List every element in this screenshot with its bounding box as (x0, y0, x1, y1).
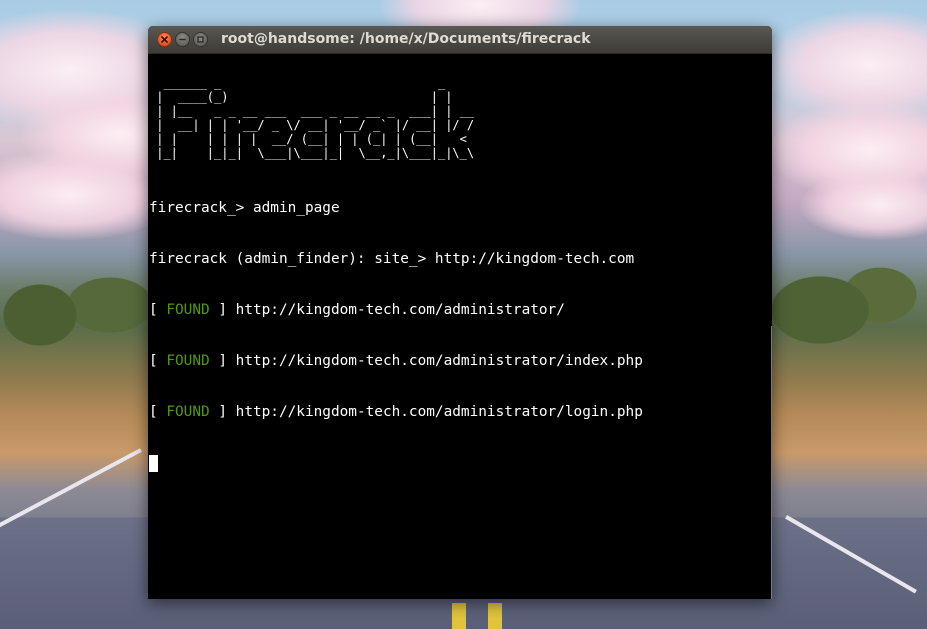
banner-line: | ____(_) | | (149, 90, 453, 104)
found-status: FOUND (166, 302, 210, 318)
road-center-dash (452, 603, 466, 629)
bracket-close: ] (209, 302, 236, 318)
road-center-dash (488, 603, 502, 629)
close-button[interactable] (157, 32, 172, 47)
window-title: root@handsome: /home/x/Documents/firecra… (221, 31, 591, 47)
close-icon (161, 36, 168, 43)
window-titlebar[interactable]: root@handsome: /home/x/Documents/firecra… (148, 26, 772, 54)
found-status: FOUND (166, 404, 210, 420)
minimize-icon (179, 38, 186, 41)
banner-line: | | | | | | __/ (__| | | (_| | (__| < (149, 132, 467, 146)
text-cursor (149, 455, 158, 472)
result-line: [ FOUND ] http://kingdom-tech.com/admini… (149, 404, 772, 421)
bracket-close: ] (209, 353, 236, 369)
window-resize-edge[interactable] (771, 326, 772, 599)
minimize-button[interactable] (175, 32, 190, 47)
found-url: http://kingdom-tech.com/administrator/lo… (235, 404, 643, 420)
banner-line: ______ _ _ (149, 76, 446, 90)
prompt-line[interactable] (149, 455, 772, 472)
banner-line: | |__ _ _ __ ___ ___ _ __ __ _ ___| | __ (149, 104, 475, 118)
ascii-banner: ______ _ _ | ____(_) | | | |__ _ _ __ __… (149, 54, 772, 160)
result-line: [ FOUND ] http://kingdom-tech.com/admini… (149, 353, 772, 370)
desktop-wallpaper: root@handsome: /home/x/Documents/firecra… (0, 0, 927, 629)
bracket-open: [ (149, 353, 167, 369)
result-line: [ FOUND ] http://kingdom-tech.com/admini… (149, 302, 772, 319)
banner-line: | __| | | '__/ _ \/ __| '__/ _` |/ __| |… (149, 118, 475, 132)
found-status: FOUND (166, 353, 210, 369)
terminal-lines: firecrack_> admin_page firecrack (admin_… (149, 166, 772, 506)
bracket-open: [ (149, 302, 167, 318)
command-line: firecrack (admin_finder): site_> http://… (149, 251, 635, 267)
command-line: firecrack_> admin_page (149, 200, 340, 216)
bracket-close: ] (209, 404, 236, 420)
found-url: http://kingdom-tech.com/administrator/in… (235, 353, 643, 369)
terminal-window: root@handsome: /home/x/Documents/firecra… (148, 26, 772, 599)
maximize-button[interactable] (193, 32, 208, 47)
window-controls (157, 32, 208, 47)
bracket-open: [ (149, 404, 167, 420)
found-url: http://kingdom-tech.com/administrator/ (235, 302, 565, 318)
terminal-output[interactable]: ______ _ _ | ____(_) | | | |__ _ _ __ __… (148, 54, 772, 599)
maximize-icon (197, 36, 204, 43)
banner-line: |_| |_|_| \___|\___|_| \__,_|\___|_|\_\ (149, 146, 475, 160)
